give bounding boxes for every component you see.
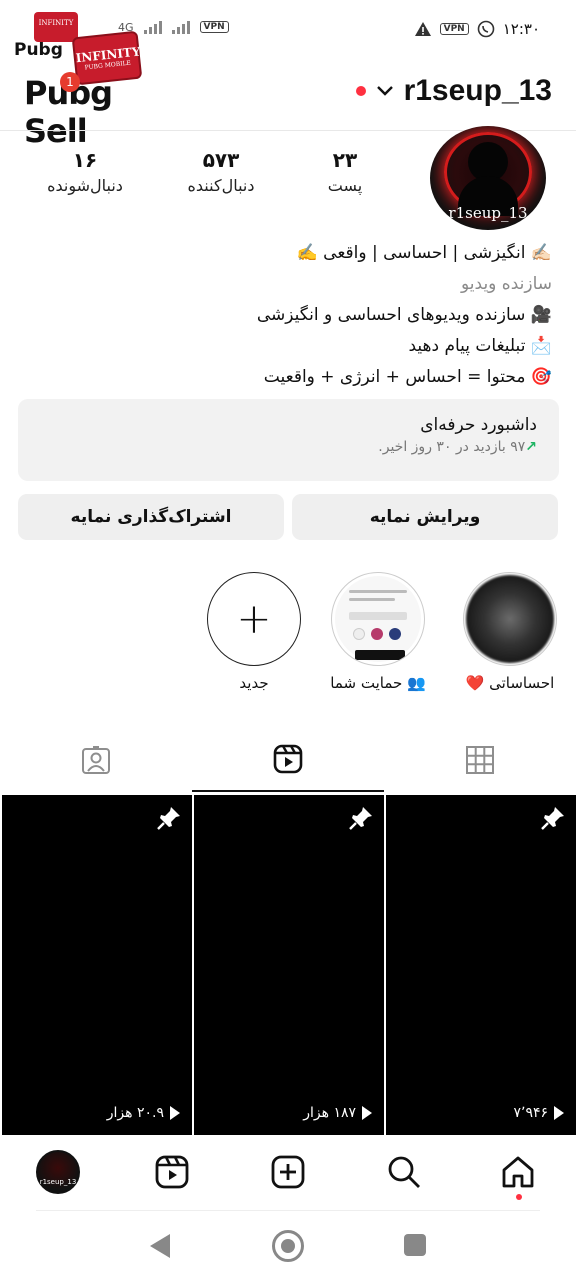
highlight-label: احساساتی ❤️: [465, 674, 555, 692]
bio-line-2: 🎥 سازنده ویدیوهای احساسی و انگیزشی: [256, 305, 552, 325]
vpn-icon: VPN: [199, 21, 229, 33]
pin-icon: [349, 807, 372, 830]
search-icon: [388, 1156, 420, 1188]
highlight-label: جدید: [239, 674, 269, 692]
stat-following[interactable]: ۱۶ دنبال‌شونده: [30, 148, 140, 195]
profile-avatar[interactable]: r1seup_13: [430, 126, 546, 230]
stat-followers-value: ۵۷۳: [202, 148, 240, 172]
username: r1seup_13: [403, 74, 552, 107]
recent-apps-icon[interactable]: [404, 1234, 426, 1256]
play-icon: [170, 1106, 180, 1120]
reel-tile[interactable]: ۱۸۷ هزار: [194, 795, 384, 1135]
tagged-person-icon: [82, 746, 110, 774]
pin-icon: [541, 807, 564, 830]
reels-icon: [273, 744, 303, 774]
highlight-emotional[interactable]: احساساتی ❤️: [462, 572, 558, 692]
stat-followers-label: دنبال‌کننده: [187, 176, 255, 195]
trend-up-icon: ↗: [525, 439, 537, 455]
bio-line-1: ✍🏻 انگیزشی | احساسی | واقعی ✍️: [296, 243, 552, 263]
tab-reels[interactable]: [192, 728, 384, 792]
highlight-add: +: [207, 572, 301, 666]
highlight-new[interactable]: + جدید: [206, 572, 302, 692]
signal-icon-2: [171, 20, 190, 34]
nav-home[interactable]: [494, 1148, 542, 1196]
highlight-support[interactable]: 👥 حمایت شما: [330, 572, 426, 692]
pubg-sell-text: Pubg Sell: [24, 74, 113, 150]
add-post-icon: [271, 1155, 305, 1189]
grid-icon: [466, 746, 494, 774]
account-switcher[interactable]: r1seup_13: [355, 74, 552, 108]
professional-dashboard[interactable]: داشبورد حرفه‌ای ↗۹۷ بازدید در ۳۰ روز اخی…: [18, 399, 559, 481]
pin-icon: [157, 807, 180, 830]
reels-grid: ۷٬۹۴۶ ۱۸۷ هزار ۲۰.۹ هزار: [2, 795, 576, 1135]
play-icon: [554, 1106, 564, 1120]
home-notification-dot: [516, 1194, 522, 1200]
bottom-navigation: r1seup_13: [0, 1138, 576, 1210]
stat-followers[interactable]: ۵۷۳ دنبال‌کننده: [166, 148, 276, 195]
nav-reels[interactable]: [148, 1148, 196, 1196]
highlight-cover: [463, 572, 557, 666]
system-navigation: [0, 1212, 576, 1280]
dashboard-title: داشبورد حرفه‌ای: [420, 415, 537, 435]
stat-posts-value: ۲۳: [332, 148, 358, 172]
status-right: VPN ۱۲:۳۰: [414, 20, 540, 38]
profile-avatar-small: r1seup_13: [36, 1150, 80, 1194]
home-button-icon[interactable]: [272, 1230, 304, 1262]
bio-line-3: 📩 تبلیغات پیام دهید: [408, 336, 552, 356]
reel-views: ۷٬۹۴۶: [513, 1105, 564, 1121]
reel-views: ۱۸۷ هزار: [303, 1105, 372, 1121]
plus-icon: +: [236, 594, 272, 643]
highlight-label: 👥 حمایت شما: [330, 674, 426, 692]
stat-following-label: دنبال‌شونده: [47, 176, 123, 195]
reel-views: ۲۰.۹ هزار: [107, 1105, 180, 1121]
nav-divider: [36, 1210, 540, 1211]
tab-tagged[interactable]: [0, 728, 192, 792]
bio-category: سازنده ویدیو: [461, 274, 552, 294]
dashboard-subtitle: ↗۹۷ بازدید در ۳۰ روز اخیر.: [378, 439, 537, 455]
chevron-down-icon: [376, 86, 393, 96]
reel-tile[interactable]: ۷٬۹۴۶: [386, 795, 576, 1135]
tab-grid[interactable]: [384, 728, 576, 792]
edit-profile-button[interactable]: ویرایش نمایه: [292, 494, 558, 540]
nav-search[interactable]: [380, 1148, 428, 1196]
whatsapp-icon: [477, 20, 495, 38]
pubg-top-text: Pubg: [14, 40, 63, 60]
avatar-name: r1seup_13: [448, 204, 528, 222]
highlight-cover: [331, 572, 425, 666]
pubg-sell-logo: INFINITY Pubg INFINITY PUBG MOBILE Pubg …: [12, 12, 172, 150]
vpn-key-icon: VPN: [439, 23, 469, 35]
bio-line-4: 🎯 محتوا = احساس + انرژی + واقعیت: [263, 367, 552, 387]
warning-icon: [414, 22, 431, 36]
back-icon[interactable]: [150, 1234, 170, 1258]
nav-profile[interactable]: r1seup_13: [34, 1148, 82, 1196]
infinity-small-badge: INFINITY: [34, 12, 78, 42]
home-icon: [502, 1156, 534, 1188]
reels-icon: [155, 1155, 189, 1189]
stat-posts-label: پست: [327, 176, 363, 195]
clock: ۱۲:۳۰: [502, 20, 540, 38]
reel-tile[interactable]: ۲۰.۹ هزار: [2, 795, 192, 1135]
content-tabs: [0, 728, 576, 792]
play-icon: [362, 1106, 372, 1120]
stat-posts[interactable]: ۲۳ پست: [300, 148, 390, 195]
share-profile-button[interactable]: اشتراک‌گذاری نمایه: [18, 494, 284, 540]
nav-create[interactable]: [264, 1148, 312, 1196]
notification-badge[interactable]: 1: [60, 72, 80, 92]
profile-bio: ✍🏻 انگیزشی | احساسی | واقعی ✍️ سازنده وی…: [32, 238, 552, 393]
stat-following-value: ۱۶: [72, 148, 98, 172]
unread-dot: [355, 86, 366, 96]
